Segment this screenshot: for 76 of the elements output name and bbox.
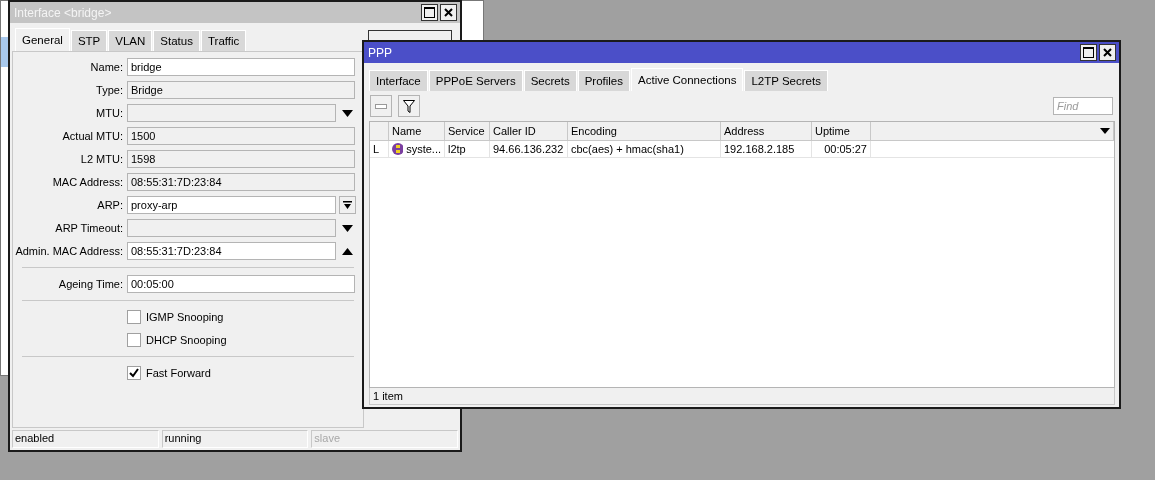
field-label: MAC Address: bbox=[51, 176, 124, 188]
field-label: Ageing Time: bbox=[57, 278, 124, 290]
checkbox-label: DHCP Snooping bbox=[146, 334, 227, 346]
input-field[interactable]: 1500 bbox=[127, 127, 355, 145]
tab[interactable]: Profiles bbox=[577, 70, 630, 91]
close-icon bbox=[1103, 48, 1112, 57]
find-field[interactable]: Find bbox=[1053, 97, 1113, 115]
input-field[interactable] bbox=[127, 219, 336, 237]
status-text: enabled bbox=[12, 430, 159, 448]
status-text: 1 item bbox=[369, 388, 1115, 405]
maximize-button[interactable] bbox=[421, 4, 438, 21]
column-header[interactable]: Caller ID bbox=[490, 122, 568, 140]
input-field[interactable]: proxy-arp bbox=[127, 196, 336, 214]
table-cell: cbc(aes) + hmac(sha1) bbox=[568, 141, 721, 157]
checkbox[interactable] bbox=[127, 310, 141, 324]
status-text: running bbox=[161, 430, 309, 448]
remove-button[interactable] bbox=[370, 95, 392, 117]
tab[interactable]: L2TP Secrets bbox=[744, 70, 828, 91]
column-header[interactable]: Address bbox=[721, 122, 812, 140]
tab[interactable]: Status bbox=[153, 30, 200, 51]
tab[interactable]: VLAN bbox=[108, 30, 153, 51]
close-button[interactable] bbox=[440, 4, 457, 21]
input-field[interactable]: bridge bbox=[127, 58, 355, 76]
filter-icon bbox=[403, 99, 415, 113]
close-button[interactable] bbox=[1099, 44, 1116, 61]
field-label: Admin. MAC Address: bbox=[14, 245, 124, 257]
field-label: Actual MTU: bbox=[61, 130, 124, 142]
dropdown-arrow-icon[interactable] bbox=[342, 109, 353, 117]
table-cell: syste... bbox=[389, 141, 445, 157]
input-field[interactable]: 08:55:31:7D:23:84 bbox=[127, 242, 336, 260]
tab[interactable]: Active Connections bbox=[631, 68, 744, 91]
tab[interactable]: Interface bbox=[369, 70, 428, 91]
field-label: ARP: bbox=[96, 199, 124, 211]
table-cell: 00:05:27 bbox=[812, 141, 871, 157]
dropdown-button[interactable] bbox=[339, 196, 356, 214]
table-cell: 94.66.136.232 bbox=[490, 141, 568, 157]
status-text: slave bbox=[311, 430, 458, 448]
input-field[interactable]: 08:55:31:7D:23:84 bbox=[127, 173, 355, 191]
checkbox[interactable] bbox=[127, 333, 141, 347]
column-header[interactable]: Service bbox=[445, 122, 490, 140]
table-cell: L bbox=[370, 141, 389, 157]
tab[interactable]: STP bbox=[70, 30, 108, 51]
tab[interactable]: PPPoE Servers bbox=[428, 70, 523, 91]
field-label: Name: bbox=[89, 61, 124, 73]
maximize-icon bbox=[424, 7, 435, 18]
close-icon bbox=[444, 8, 453, 17]
table-cell: l2tp bbox=[445, 141, 490, 157]
user-icon bbox=[392, 143, 404, 155]
checkbox[interactable] bbox=[127, 366, 141, 380]
input-field[interactable]: 00:05:00 bbox=[127, 275, 355, 293]
field-label: L2 MTU: bbox=[79, 153, 124, 165]
column-header[interactable]: Name bbox=[389, 122, 445, 140]
field-label: Type: bbox=[95, 84, 124, 96]
field-label: ARP Timeout: bbox=[54, 222, 124, 234]
checkbox-label: IGMP Snooping bbox=[146, 311, 224, 323]
table-row[interactable]: L syste... l2tp 94.66.136.232 cbc(aes) + hmac(sha1) 192.168.2.185 00:05:27 bbox=[370, 141, 1114, 158]
tab[interactable]: Traffic bbox=[200, 30, 247, 51]
window-title: PPP bbox=[368, 45, 393, 60]
dropdown-arrow-icon bbox=[343, 200, 352, 210]
field-label: MTU: bbox=[95, 107, 124, 119]
up-arrow-icon[interactable] bbox=[342, 247, 353, 255]
input-field[interactable]: Bridge bbox=[127, 81, 355, 99]
minus-icon bbox=[375, 103, 387, 109]
tab[interactable]: General bbox=[15, 28, 70, 51]
input-field[interactable]: 1598 bbox=[127, 150, 355, 168]
checkbox-label: Fast Forward bbox=[146, 367, 211, 379]
table-cell: 192.168.2.185 bbox=[721, 141, 812, 157]
maximize-button[interactable] bbox=[1080, 44, 1097, 61]
maximize-icon bbox=[1083, 47, 1094, 58]
filter-button[interactable] bbox=[398, 95, 420, 117]
column-header[interactable]: Encoding bbox=[568, 122, 721, 140]
tab[interactable]: Secrets bbox=[523, 70, 577, 91]
input-field[interactable] bbox=[127, 104, 336, 122]
column-header[interactable]: Uptime bbox=[812, 122, 871, 140]
dropdown-arrow-icon[interactable] bbox=[342, 224, 353, 232]
dropdown-arrow-icon[interactable] bbox=[1100, 128, 1110, 134]
